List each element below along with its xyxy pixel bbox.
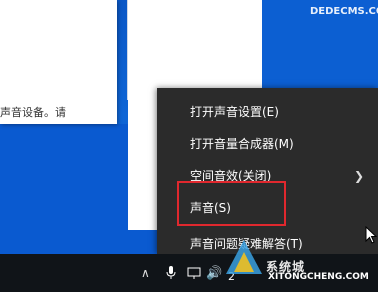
logo-text-en: XITONGCHENG.COM — [268, 272, 369, 282]
microphone-icon[interactable] — [166, 266, 176, 280]
menu-item-open-volume-mixer[interactable]: 打开音量合成器(M) — [157, 128, 378, 160]
desktop: 声音设备。请 DEDECMS.COM 打开声音设置(E) 打开音量合成器(M) … — [0, 0, 378, 292]
menu-item-open-sound-settings[interactable]: 打开声音设置(E) — [157, 96, 378, 128]
menu-item-label: 打开音量合成器(M) — [190, 137, 294, 151]
menu-item-label: 打开声音设置(E) — [190, 105, 279, 119]
logo-triangle-icon — [226, 240, 262, 274]
background-dialog: 声音设备。请 — [0, 0, 117, 124]
network-icon[interactable] — [187, 266, 201, 280]
dialog-partial-text: 声音设备。请 — [0, 106, 66, 119]
highlight-box — [177, 181, 286, 226]
volume-icon[interactable]: 🔊 — [206, 266, 222, 281]
watermark-top: DEDECMS.COM — [310, 6, 378, 17]
site-logo: 系统城 XITONGCHENG.COM — [224, 238, 374, 288]
window-divider — [127, 0, 128, 100]
chevron-up-icon[interactable]: ∧ — [141, 266, 150, 280]
chevron-right-icon: ❯ — [353, 169, 364, 183]
sound-context-menu: 打开声音设置(E) 打开音量合成器(M) 空间音效(关闭) ❯ 声音(S) 声音… — [157, 88, 378, 254]
